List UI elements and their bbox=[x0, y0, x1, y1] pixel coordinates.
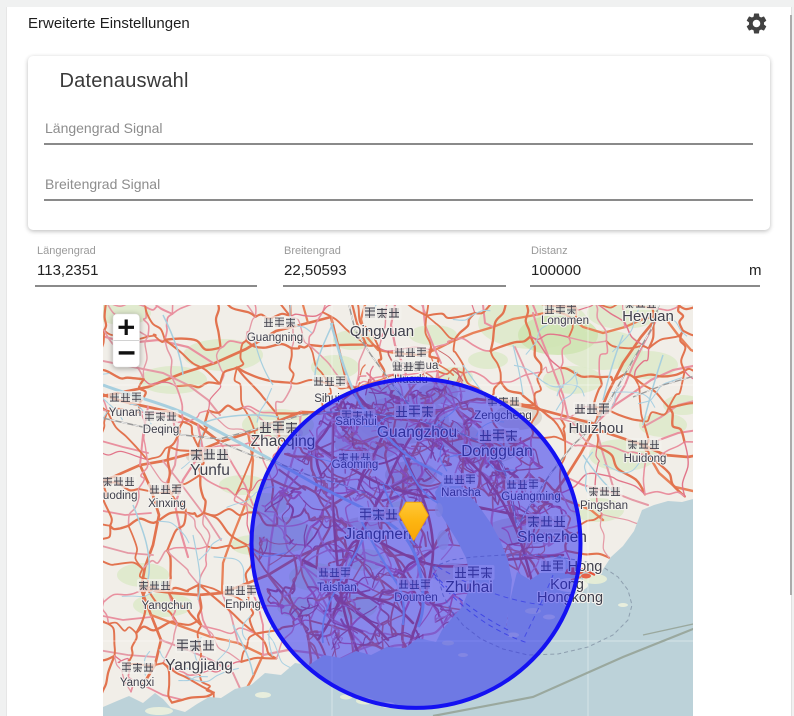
svg-text:Yangxi: Yangxi bbox=[120, 677, 154, 689]
svg-text:Luoding: Luoding bbox=[103, 490, 137, 502]
svg-text:Guangning: Guangning bbox=[247, 332, 303, 344]
svg-text:Huidong: Huidong bbox=[624, 453, 667, 465]
svg-text:Heyuan: Heyuan bbox=[622, 308, 674, 325]
svg-text:Yunan: Yunan bbox=[109, 407, 142, 419]
svg-text:Yunfu: Yunfu bbox=[190, 462, 230, 479]
svg-text:Huizhou: Huizhou bbox=[568, 420, 623, 437]
svg-text:Enping: Enping bbox=[225, 599, 261, 611]
svg-text:Pingshan: Pingshan bbox=[580, 500, 628, 512]
svg-text:Deqing: Deqing bbox=[143, 424, 179, 436]
svg-text:Qingyuan: Qingyuan bbox=[350, 323, 414, 340]
svg-text:Yangjiang: Yangjiang bbox=[165, 657, 233, 674]
svg-text:Yangchun: Yangchun bbox=[142, 600, 193, 612]
svg-text:Xinxing: Xinxing bbox=[148, 498, 186, 510]
svg-text:Longmen: Longmen bbox=[541, 315, 589, 327]
